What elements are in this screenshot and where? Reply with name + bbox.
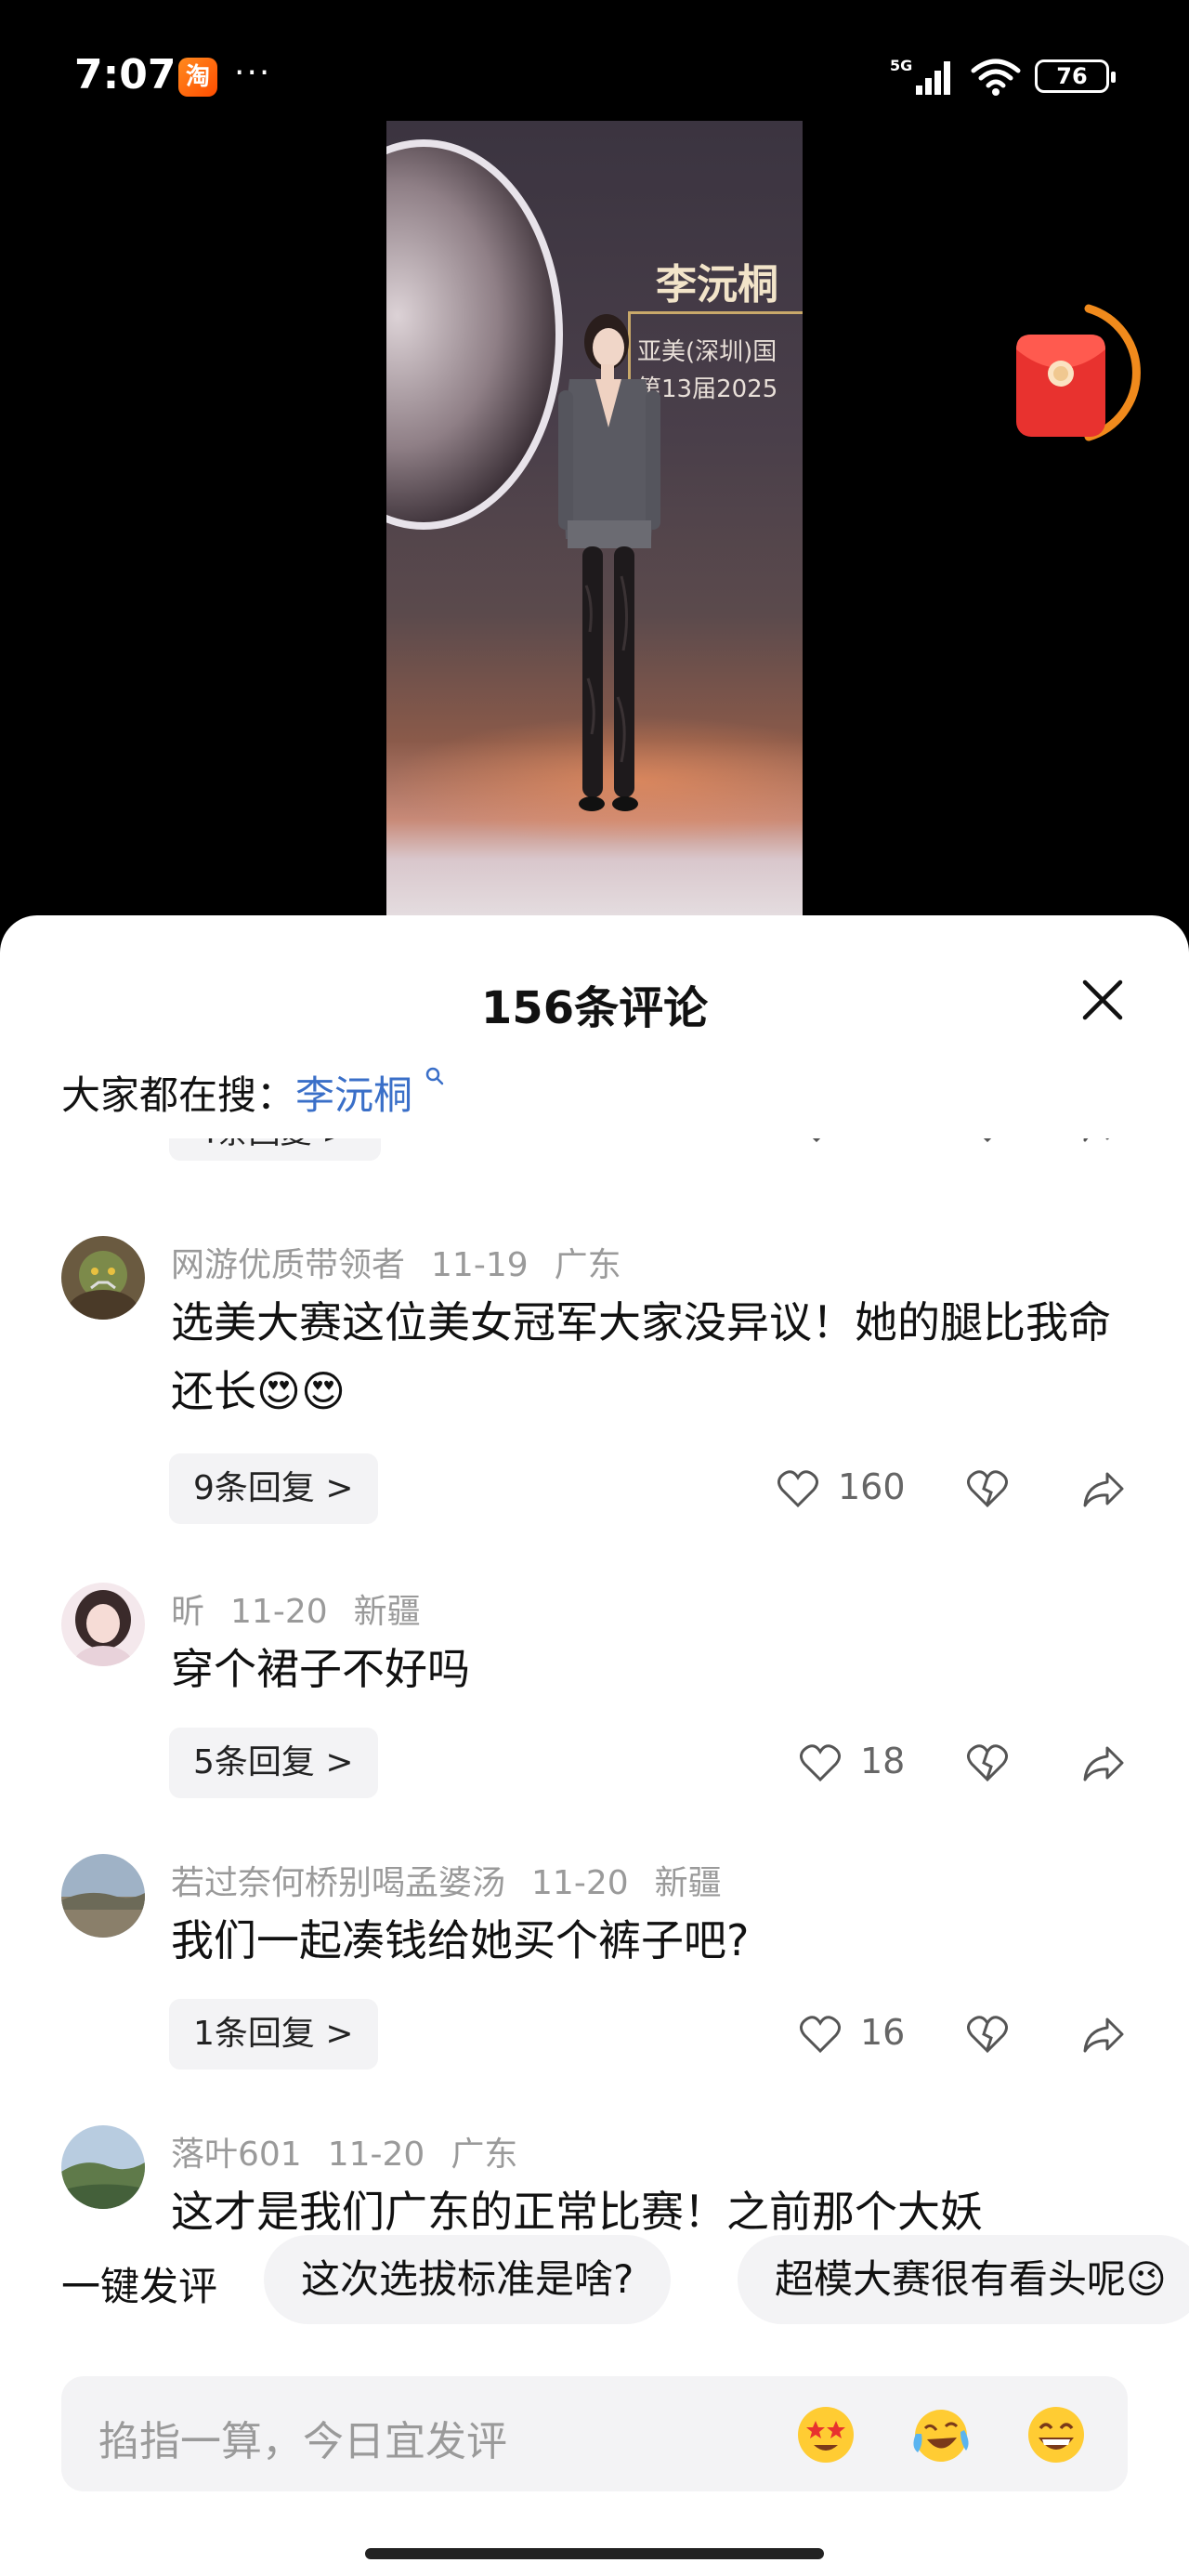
red-packet-icon[interactable] xyxy=(1005,297,1144,455)
comment-text: 这才是我们广东的正常比赛！之前那个大妖 xyxy=(171,2187,983,2235)
laughing-crying-emoji-icon[interactable] xyxy=(908,2402,973,2467)
comment-actions: 16 xyxy=(0,1999,1189,2070)
like-count: 16 xyxy=(860,2012,906,2053)
comment-actions: 18 xyxy=(0,1728,1189,1798)
comment-author[interactable]: 网游优质带领者 xyxy=(171,1246,405,1284)
dislike-icon[interactable] xyxy=(966,1138,1009,1144)
comment-item: 落叶601 11-20 广东 这才是我们广东的正常比赛！之前那个大妖 xyxy=(0,2125,1189,2235)
trending-search-term[interactable]: 李沅桐 xyxy=(295,1072,412,1118)
portrait-backdrop xyxy=(386,139,563,530)
comment-item: 若过奈何桥别喝孟婆汤 11-20 新疆 我们一起凑钱给她买个裤子吧? 1条回复 > … xyxy=(0,1854,1189,2077)
replies-button[interactable]: 4条回复 > xyxy=(169,1138,381,1161)
comment-text: 选美大赛这位美女冠军大家没异议！她的腿比我命还长😍😍 xyxy=(171,1297,1111,1416)
dislike-icon[interactable] xyxy=(966,1742,1009,1783)
search-icon xyxy=(426,1067,444,1085)
quick-reply-row: 一键发评 这次选拔标准是啥? 超模大赛很有看头呢😉 xyxy=(0,2235,1189,2324)
quick-reply-chip[interactable]: 超模大赛很有看头呢😉 xyxy=(738,2235,1189,2324)
share-icon[interactable] xyxy=(1081,1468,1126,1509)
network-type: 5G xyxy=(890,57,912,74)
comment-author[interactable]: 落叶601 xyxy=(171,2136,302,2174)
comment-actions: 160 xyxy=(0,1453,1189,1524)
share-icon[interactable] xyxy=(1081,1742,1126,1783)
taobao-app-icon: 淘 xyxy=(178,58,217,97)
comment-item: 昕 11-20 新疆 穿个裙子不好吗 5条回复 > 18 xyxy=(0,1583,1189,1806)
avatar[interactable] xyxy=(61,1236,145,1320)
status-time: 7:07 xyxy=(74,51,176,99)
avatar[interactable] xyxy=(61,2125,145,2209)
avatar[interactable] xyxy=(61,1854,145,1938)
partial-comment-actions: 4条回复 > xyxy=(0,1138,1189,1166)
avatar[interactable] xyxy=(61,1583,145,1666)
like-count: 18 xyxy=(860,1741,906,1781)
cellular-signal-icon: 5G xyxy=(890,57,950,95)
comments-count-title: 156条评论 xyxy=(480,982,709,1034)
comment-date: 11-20 xyxy=(230,1593,328,1631)
comment-item: 网游优质带领者 11-19 广东 选美大赛这位美女冠军大家没异议！她的腿比我命还长😍… xyxy=(0,1236,1189,1533)
close-icon[interactable] xyxy=(1079,977,1126,1023)
share-icon[interactable] xyxy=(1081,1138,1126,1144)
comment-meta: 网游优质带领者 11-19 广东 xyxy=(171,1238,647,1286)
quick-reply-chip[interactable]: 这次选拔标准是啥? xyxy=(264,2235,672,2324)
like-icon[interactable] xyxy=(777,1468,819,1509)
comment-region: 广东 xyxy=(554,1246,621,1284)
quick-reply-label: 一键发评 xyxy=(61,2264,218,2309)
video-player[interactable]: 李沅桐 亚美(深圳)国 第13届2025 xyxy=(386,121,803,915)
like-icon[interactable] xyxy=(799,2014,842,2055)
comment-author[interactable]: 若过奈何桥别喝孟婆汤 xyxy=(171,1864,505,1902)
like-icon[interactable] xyxy=(795,1138,838,1144)
trending-search-label: 大家都在搜： xyxy=(61,1072,296,1118)
replies-label: 4条回复 > xyxy=(197,1138,348,1152)
comment-date: 11-20 xyxy=(531,1864,629,1902)
comment-region: 广东 xyxy=(451,2136,518,2174)
share-icon[interactable] xyxy=(1081,2014,1126,2055)
battery-indicator: 76 xyxy=(1035,59,1116,93)
comment-region: 新疆 xyxy=(654,1864,722,1902)
comment-date: 11-19 xyxy=(431,1246,529,1284)
model-figure xyxy=(558,314,660,811)
comment-text: 穿个裙子不好吗 xyxy=(171,1644,470,1694)
comment-input[interactable]: 掐指一算，今日宜发评 xyxy=(61,2376,1128,2491)
dislike-icon[interactable] xyxy=(966,2014,1009,2055)
comment-input-placeholder: 掐指一算，今日宜发评 xyxy=(98,2418,507,2465)
dislike-icon[interactable] xyxy=(966,1468,1009,1509)
more-notifications-icon: ··· xyxy=(234,54,272,92)
comment-date: 11-20 xyxy=(327,2136,425,2174)
comment-meta: 若过奈何桥别喝孟婆汤 11-20 新疆 xyxy=(171,1856,748,1904)
comment-meta: 落叶601 11-20 广东 xyxy=(171,2127,543,2175)
star-struck-emoji-icon[interactable] xyxy=(793,2402,858,2467)
wifi-icon xyxy=(971,59,1021,96)
like-icon[interactable] xyxy=(799,1742,842,1783)
grinning-emoji-icon[interactable] xyxy=(1024,2402,1089,2467)
home-indicator[interactable] xyxy=(365,2548,824,2559)
comment-text: 我们一起凑钱给她买个裤子吧? xyxy=(171,1915,750,1965)
trending-search: 大家都在搜：李沅桐 xyxy=(61,1064,445,1121)
comments-sheet: 156条评论 大家都在搜：李沅桐 4条回复 > 网游优质带领者1 xyxy=(0,915,1189,2576)
comment-region: 新疆 xyxy=(353,1593,421,1631)
comment-author[interactable]: 昕 xyxy=(171,1593,204,1631)
comment-meta: 昕 11-20 新疆 xyxy=(171,1584,447,1633)
comment-list[interactable]: 4条回复 > 网游优质带领者 11-19 广东 选美大赛这位美女冠军大家没异议！她的… xyxy=(0,1138,1189,2235)
video-overlay-name: 李沅桐 xyxy=(656,261,778,309)
like-count: 160 xyxy=(838,1466,906,1507)
